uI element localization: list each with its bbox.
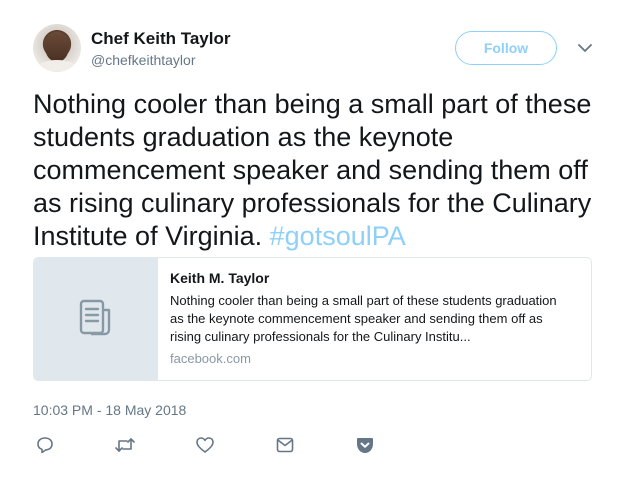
card-domain: facebook.com bbox=[170, 351, 251, 366]
card-description: Nothing cooler than being a small part o… bbox=[170, 293, 557, 344]
card-title: Keith M. Taylor bbox=[170, 270, 270, 286]
like-icon[interactable] bbox=[193, 433, 217, 457]
avatar-face bbox=[45, 32, 69, 62]
author-handle[interactable]: @chefkeithtaylor bbox=[91, 52, 195, 68]
document-icon bbox=[77, 298, 115, 343]
link-card[interactable]: Keith M. Taylor Nothing cooler than bein… bbox=[33, 257, 592, 381]
tweet-header: Chef Keith Taylor @chefkeithtaylor Follo… bbox=[0, 0, 629, 90]
pocket-icon[interactable] bbox=[353, 433, 377, 457]
chevron-down-icon[interactable] bbox=[575, 40, 595, 56]
author-name[interactable]: Chef Keith Taylor bbox=[91, 29, 230, 49]
avatar-shirt bbox=[37, 60, 77, 72]
tweet-timestamp[interactable]: 10:03 PM - 18 May 2018 bbox=[33, 402, 186, 418]
card-media bbox=[34, 258, 158, 380]
direct-message-icon[interactable] bbox=[273, 433, 297, 457]
hashtag-link[interactable]: #gotsoulPA bbox=[270, 221, 406, 251]
reply-icon[interactable] bbox=[33, 433, 57, 457]
follow-button[interactable]: Follow bbox=[455, 31, 557, 65]
tweet-text: Nothing cooler than being a small part o… bbox=[33, 88, 603, 253]
card-body: Keith M. Taylor Nothing cooler than bein… bbox=[158, 258, 591, 380]
avatar[interactable] bbox=[33, 24, 81, 72]
retweet-icon[interactable] bbox=[113, 433, 137, 457]
